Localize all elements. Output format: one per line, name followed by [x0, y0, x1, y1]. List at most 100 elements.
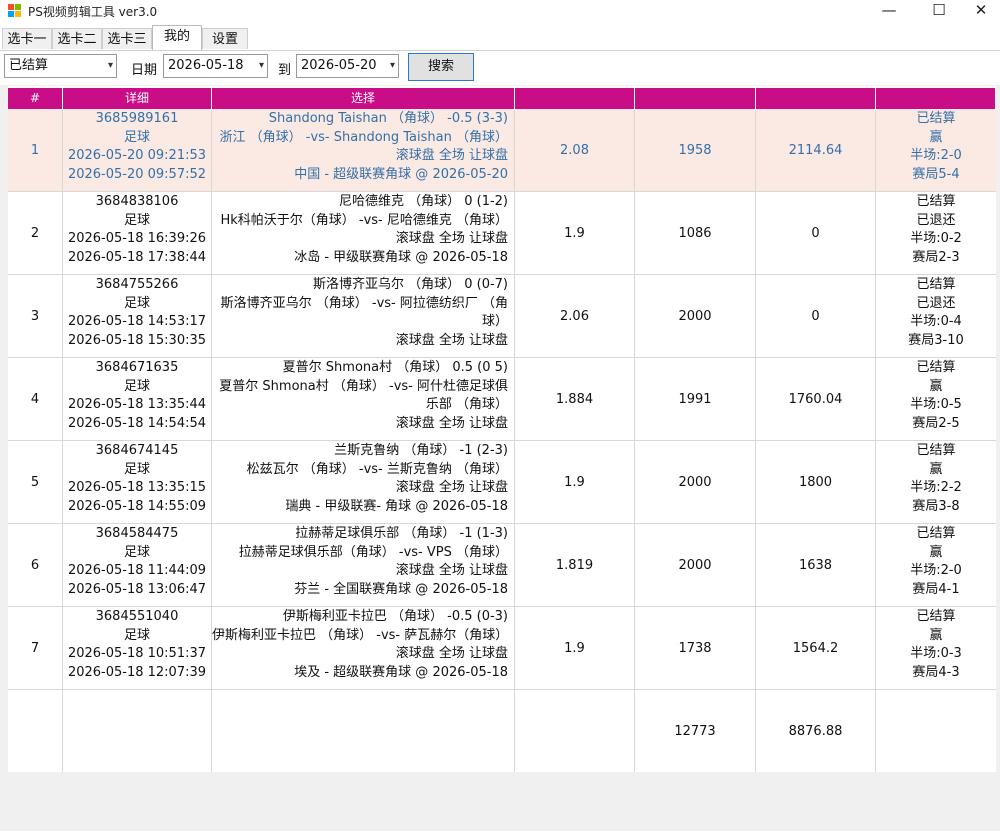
odds-value: 2.06	[560, 308, 589, 324]
tab-card-3[interactable]: 选卡三	[102, 28, 152, 49]
result-outcome: 赢	[929, 129, 943, 145]
close-button[interactable]: ✕	[958, 0, 1000, 22]
bet-time: 2026-05-18 13:35:15	[67, 480, 207, 495]
selection-line: 滚球盘 全场 让球盘	[395, 332, 508, 348]
settle-time: 2026-05-18 14:54:54	[67, 415, 207, 431]
row-number: 4	[30, 391, 40, 407]
search-button[interactable]: 搜索	[408, 53, 474, 81]
totals-row: 12773 8876.88	[8, 690, 996, 772]
sport-type: 足球	[123, 627, 150, 643]
row-number: 1	[30, 142, 40, 158]
selection-stack: 斯洛博齐亚乌尔 （角球） 0 (0-7) 斯洛博齐亚乌尔 （角球） -vs- 阿…	[212, 275, 514, 350]
date-from-picker[interactable]: 2026-05-18 ▾	[163, 54, 268, 78]
tab-card-2[interactable]: 选卡二	[52, 28, 102, 49]
result-status: 已结算	[916, 277, 956, 292]
selection-line: 瑞典 - 甲级联赛- 角球 @ 2026-05-18	[285, 498, 508, 514]
cell-detail: 3685989161 足球 2026-05-20 09:21:53 2026-0…	[63, 109, 212, 191]
header-result[interactable]	[876, 88, 996, 109]
table-row[interactable]: 7 3684551040 足球 2026-05-18 10:51:37 2026…	[8, 607, 996, 690]
table-row[interactable]: 1 3685989161 足球 2026-05-20 09:21:53 2026…	[8, 109, 996, 192]
selection-line: 芬兰 - 全国联赛角球 @ 2026-05-18	[294, 581, 508, 597]
bet-id: 3684551040	[95, 609, 179, 624]
date-to-picker[interactable]: 2026-05-20 ▾	[296, 54, 399, 78]
selection-stack: 尼哈德维克 （角球） 0 (1-2) Hk科帕沃于尔（角球） -vs- 尼哈德维…	[212, 192, 514, 267]
cell-result: 已结算 赢 半场:0-5 赛局2-5	[876, 358, 996, 440]
maximize-button[interactable]: ☐	[916, 0, 962, 22]
header-stake[interactable]	[635, 88, 756, 109]
header-index[interactable]: #	[8, 88, 63, 109]
cell-selection: Shandong Taishan （角球） -0.5 (3-3) 浙江 （角球）…	[212, 109, 515, 191]
selection-line: 冰岛 - 甲级联赛角球 @ 2026-05-18	[294, 249, 508, 265]
result-halftime: 半场:0-3	[910, 646, 962, 661]
minimize-button[interactable]: —	[866, 0, 912, 22]
odds-value: 2.08	[560, 142, 589, 158]
results-grid: # 详细 选择 1 3685989161 足球 2026-05-20 09:21…	[8, 86, 996, 772]
cell-index: 7	[8, 607, 63, 689]
stake-value: 2000	[678, 557, 712, 573]
result-score: 赛局2-5	[912, 415, 960, 431]
selection-line: 滚球盘 全场 让球盘	[395, 480, 508, 495]
bet-time: 2026-05-18 14:53:17	[67, 314, 207, 329]
result-outcome: 赢	[929, 378, 943, 394]
odds-value: 1.819	[555, 557, 594, 573]
detail-stack: 3684674145 足球 2026-05-18 13:35:15 2026-0…	[63, 441, 211, 516]
selection-line: 伊斯梅利亚卡拉巴 （角球） -0.5 (0-3)	[282, 609, 508, 624]
date-to-value: 2026-05-20	[301, 58, 377, 73]
result-score: 赛局2-3	[912, 249, 960, 265]
selection-line: 松兹瓦尔 （角球） -vs- 兰斯克鲁纳 （角球）	[246, 461, 508, 477]
table-row[interactable]: 5 3684674145 足球 2026-05-18 13:35:15 2026…	[8, 441, 996, 524]
bet-id: 3684838106	[95, 194, 179, 209]
tab-mine[interactable]: 我的	[152, 25, 202, 50]
header-detail[interactable]: 详细	[63, 88, 212, 109]
bet-id: 3684671635	[95, 360, 179, 375]
cell-index: 5	[8, 441, 63, 523]
settle-time: 2026-05-18 13:06:47	[67, 581, 207, 597]
sport-type: 足球	[123, 378, 150, 394]
settle-time: 2026-05-18 15:30:35	[67, 332, 207, 348]
detail-stack: 3684584475 足球 2026-05-18 11:44:09 2026-0…	[63, 524, 211, 599]
cell-stake: 1086	[635, 192, 756, 274]
cell-odds: 2.08	[515, 109, 635, 191]
cell-result: 已结算 已退还 半场:0-2 赛局2-3	[876, 192, 996, 274]
selection-line: 滚球盘 全场 让球盘	[395, 415, 508, 431]
selection-line: 夏普尔 Shmona村 （角球） -vs- 阿什杜德足球俱	[219, 378, 508, 394]
status-select[interactable]: 已结算 ▾	[4, 54, 117, 78]
table-row[interactable]: 4 3684671635 足球 2026-05-18 13:35:44 2026…	[8, 358, 996, 441]
result-stack: 已结算 赢 半场:2-0 赛局5-4	[876, 109, 996, 184]
cell-payout: 0	[756, 275, 876, 357]
result-status: 已结算	[916, 111, 956, 126]
tab-card-1[interactable]: 选卡一	[2, 28, 52, 49]
cell-payout: 2114.64	[756, 109, 876, 191]
selection-line: 斯洛博齐亚乌尔 （角球） -vs- 阿拉德纺织厂 （角	[220, 295, 508, 311]
bet-id: 3684584475	[95, 526, 179, 541]
result-status: 已结算	[916, 194, 956, 209]
cell-result: 已结算 赢 半场:0-3 赛局4-3	[876, 607, 996, 689]
selection-line: 夏普尔 Shmona村 （角球） 0.5 (0 5)	[282, 360, 508, 375]
grid-header: # 详细 选择	[8, 88, 996, 109]
header-odds[interactable]	[515, 88, 635, 109]
header-payout[interactable]	[756, 88, 876, 109]
selection-line: 尼哈德维克 （角球） 0 (1-2)	[338, 194, 508, 209]
settle-time: 2026-05-18 14:55:09	[67, 498, 207, 514]
selection-line: 拉赫蒂足球俱乐部 （角球） -1 (1-3)	[295, 526, 508, 541]
result-stack: 已结算 赢 半场:0-5 赛局2-5	[876, 358, 996, 433]
stake-value: 2000	[678, 308, 712, 324]
cell-detail: 3684674145 足球 2026-05-18 13:35:15 2026-0…	[63, 441, 212, 523]
detail-stack: 3684755266 足球 2026-05-18 14:53:17 2026-0…	[63, 275, 211, 350]
cell-payout: 1638	[756, 524, 876, 606]
cell-stake: 2000	[635, 524, 756, 606]
tab-settings[interactable]: 设置	[202, 28, 248, 49]
cell-selection: 伊斯梅利亚卡拉巴 （角球） -0.5 (0-3) 伊斯梅利亚卡拉巴 （角球） -…	[212, 607, 515, 689]
table-row[interactable]: 2 3684838106 足球 2026-05-18 16:39:26 2026…	[8, 192, 996, 275]
header-selection[interactable]: 选择	[212, 88, 515, 109]
cell-result: 已结算 赢 半场:2-2 赛局3-8	[876, 441, 996, 523]
settle-time: 2026-05-18 12:07:39	[67, 664, 207, 680]
table-row[interactable]: 3 3684755266 足球 2026-05-18 14:53:17 2026…	[8, 275, 996, 358]
result-outcome: 赢	[929, 627, 943, 643]
odds-value: 1.9	[564, 225, 585, 241]
result-status: 已结算	[916, 609, 956, 624]
result-outcome: 已退还	[916, 295, 956, 311]
table-row[interactable]: 6 3684584475 足球 2026-05-18 11:44:09 2026…	[8, 524, 996, 607]
cell-odds: 1.819	[515, 524, 635, 606]
selection-line: 兰斯克鲁纳 （角球） -1 (2-3)	[334, 443, 508, 458]
